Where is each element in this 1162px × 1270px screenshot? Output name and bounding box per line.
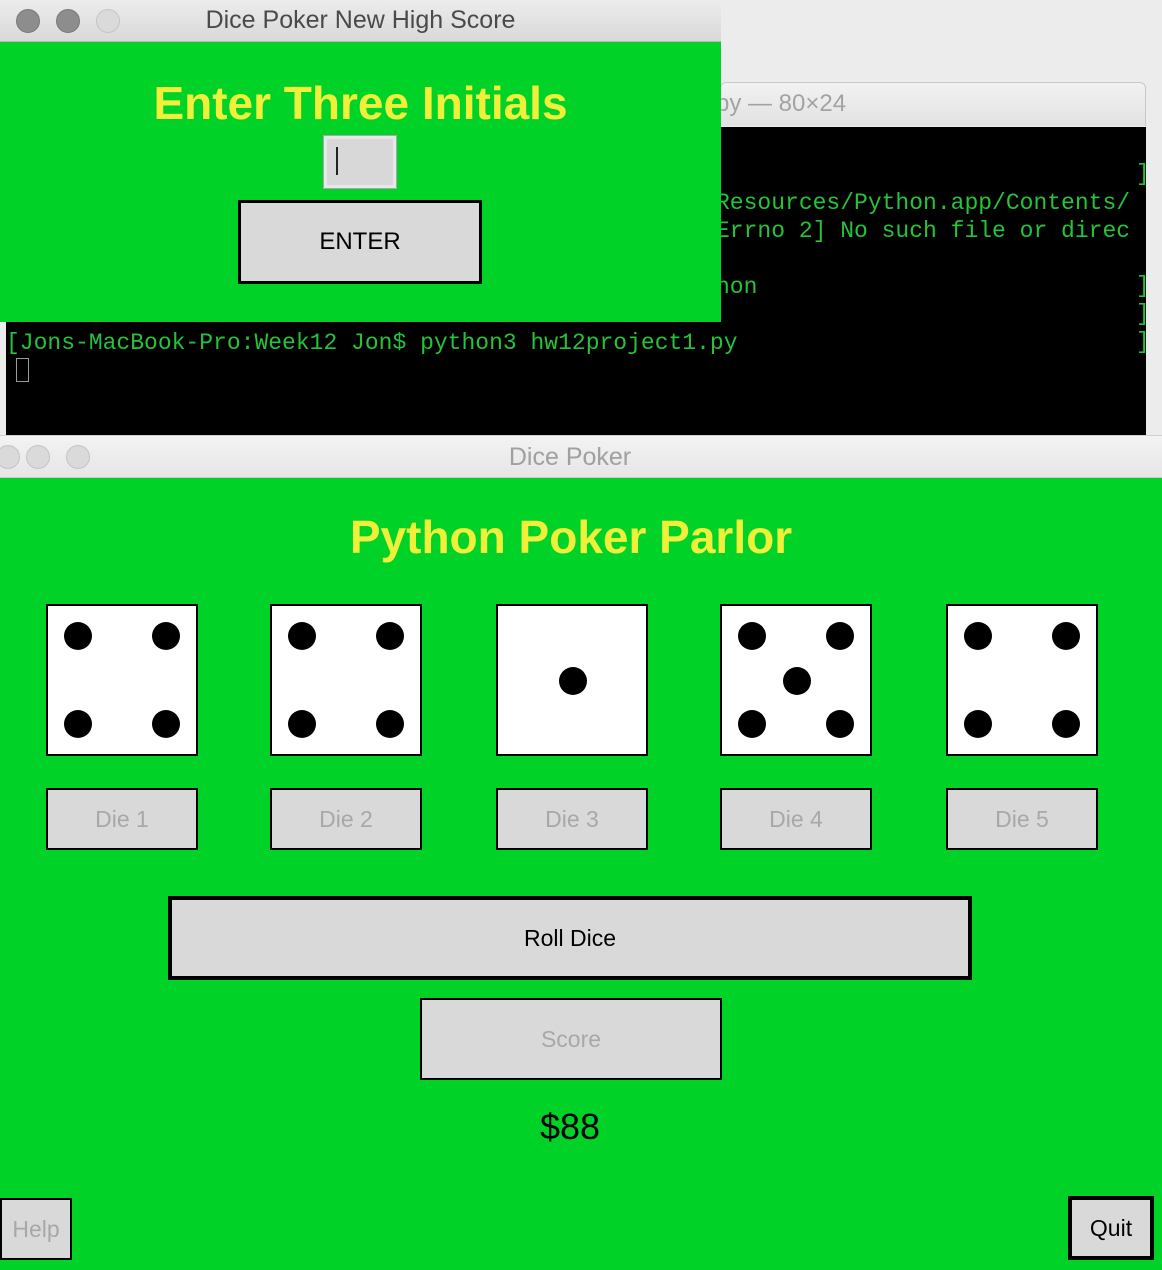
die-5-button[interactable]: Die 5 bbox=[946, 788, 1098, 850]
quit-button[interactable]: Quit bbox=[1068, 1196, 1154, 1260]
die-pip bbox=[826, 710, 854, 738]
die-4-button[interactable]: Die 4 bbox=[720, 788, 872, 850]
high-score-heading: Enter Three Initials bbox=[153, 77, 568, 129]
terminal-line: Errno 2] No such file or direc bbox=[716, 218, 1131, 244]
die-pip bbox=[288, 622, 316, 650]
score-button[interactable]: Score bbox=[420, 998, 722, 1080]
die-pip bbox=[376, 622, 404, 650]
die-face-3 bbox=[496, 604, 648, 756]
die-face-5 bbox=[946, 604, 1098, 756]
help-button[interactable]: Help bbox=[0, 1198, 72, 1260]
terminal-bracket: ] bbox=[1136, 329, 1150, 355]
enter-button[interactable]: ENTER bbox=[238, 200, 482, 284]
die-pip bbox=[738, 622, 766, 650]
die-pip bbox=[1052, 622, 1080, 650]
die-2-button[interactable]: Die 2 bbox=[270, 788, 422, 850]
die-3-button[interactable]: Die 3 bbox=[496, 788, 648, 850]
initials-input[interactable] bbox=[323, 135, 397, 189]
roll-dice-button[interactable]: Roll Dice bbox=[168, 896, 972, 980]
text-caret bbox=[336, 147, 338, 175]
terminal-prompt-line: [Jons-MacBook-Pro:Week12 Jon$ python3 hw… bbox=[6, 330, 738, 356]
terminal-window-title: py — 80×24 bbox=[716, 90, 847, 117]
money-display: $88 bbox=[539, 1106, 601, 1147]
die-face-2 bbox=[270, 604, 422, 756]
die-pip bbox=[964, 710, 992, 738]
die-1-button[interactable]: Die 1 bbox=[46, 788, 198, 850]
die-face-4 bbox=[720, 604, 872, 756]
die-pip bbox=[152, 710, 180, 738]
game-heading: Python Poker Parlor bbox=[349, 511, 793, 563]
die-pip bbox=[64, 710, 92, 738]
die-pip bbox=[783, 667, 811, 695]
die-pip bbox=[376, 710, 404, 738]
die-pip bbox=[288, 710, 316, 738]
die-pip bbox=[738, 710, 766, 738]
dice-poker-window-title: Dice Poker bbox=[508, 443, 632, 471]
die-pip bbox=[64, 622, 92, 650]
die-face-1 bbox=[46, 604, 198, 756]
die-pip bbox=[964, 622, 992, 650]
terminal-bracket: ] bbox=[1136, 301, 1150, 327]
die-pip bbox=[559, 667, 587, 695]
terminal-line: hon bbox=[716, 274, 758, 300]
terminal-cursor bbox=[16, 358, 29, 382]
dice-poker-body bbox=[0, 478, 1162, 1270]
die-pip bbox=[1052, 710, 1080, 738]
terminal-bracket: ] bbox=[1136, 273, 1150, 299]
die-pip bbox=[152, 622, 180, 650]
terminal-bracket: ] bbox=[1136, 161, 1150, 187]
die-pip bbox=[826, 622, 854, 650]
high-score-window-title: Dice Poker New High Score bbox=[205, 6, 516, 34]
terminal-line: Resources/Python.app/Contents/ bbox=[716, 190, 1131, 216]
